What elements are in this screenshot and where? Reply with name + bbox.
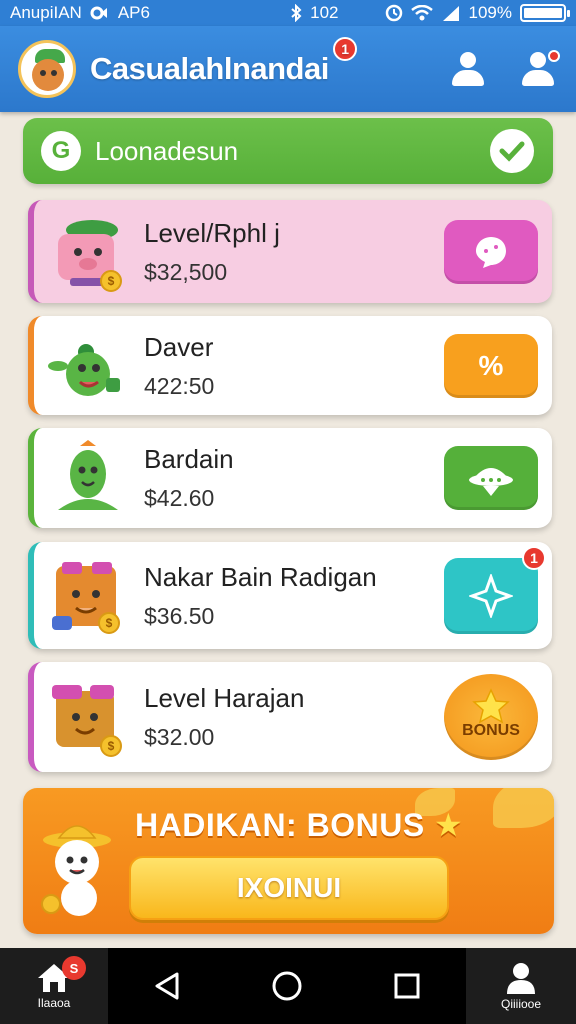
list-item[interactable]: $ Level/Rphl j $32,500: [28, 200, 552, 303]
explore-button[interactable]: 1: [444, 545, 546, 634]
star-icon: ★: [434, 807, 464, 843]
item-name: Daver: [144, 331, 214, 362]
clock-text: 102: [310, 3, 339, 22]
discount-button[interactable]: %: [444, 333, 538, 398]
percent-icon: %: [478, 349, 504, 381]
item-name: Level/Rphl j: [144, 217, 280, 248]
mascot-face-icon: [32, 59, 64, 91]
item-name: Nakar Bain Radigan: [144, 561, 377, 592]
cactus-mascot-icon: [48, 438, 128, 518]
leaf-decoration: [493, 788, 554, 828]
app-header: Casualahlnandai 1: [0, 26, 576, 112]
compass-star-icon: [469, 573, 513, 618]
bluetooth-icon: [291, 4, 302, 22]
page-title: Casualahlnandai 1: [90, 37, 357, 87]
list-item[interactable]: $ Nakar Bain Radigan $36.50 1: [28, 542, 552, 649]
item-price: 422:50: [144, 372, 215, 399]
signal-icon: [442, 6, 459, 21]
nav-home[interactable]: Ilaaoa S: [0, 948, 108, 1024]
notifications-person-icon[interactable]: [518, 50, 560, 88]
battery-icon: [520, 4, 570, 22]
mascot-eye-icon: [51, 70, 57, 76]
mascot-eye-icon: [40, 70, 46, 76]
item-name: Bardain: [144, 444, 234, 474]
coin-icon: $: [100, 269, 122, 292]
notification-badge: 1: [332, 37, 357, 61]
page-title-text: Casualahlnandai: [90, 51, 329, 86]
star-icon: [472, 688, 510, 724]
alarm-icon: [385, 4, 402, 22]
bonus-label: BONUS: [462, 722, 520, 739]
item-price: $32,500: [144, 258, 228, 285]
item-price: $36.50: [144, 602, 215, 629]
bonus-title-text: HADIKAN: BONUS: [135, 807, 425, 843]
bonus-button[interactable]: BONUS: [444, 674, 538, 760]
link-icon: [90, 6, 107, 20]
green-dino-mascot-icon: [48, 326, 128, 406]
list-item[interactable]: Bardain $42.60: [28, 428, 552, 528]
claim-bonus-button[interactable]: IXOINUI: [129, 856, 449, 920]
bonus-title: HADIKAN: BONUS ★: [135, 806, 463, 844]
pig-mascot-icon: $: [48, 212, 128, 292]
nav-home-label: Ilaaoa: [37, 996, 71, 1010]
crate-pink-mascot-icon: $: [48, 677, 128, 757]
list-item[interactable]: Daver 422:50 %: [28, 316, 552, 415]
loading-banner[interactable]: G Loonadesun: [23, 118, 553, 184]
bonus-panel: HADIKAN: BONUS ★ IXOINUI: [23, 788, 554, 934]
wifi-icon: [410, 5, 433, 21]
item-price: $42.60: [144, 485, 215, 511]
chat-bubble-icon: [476, 236, 506, 268]
battery-percent: 109%: [468, 3, 512, 22]
coin-icon: $: [100, 735, 122, 757]
profile-icon: [507, 963, 535, 994]
network-text: AP6: [117, 3, 150, 22]
alert-dot: [548, 50, 560, 62]
cowboy-mascot-icon: [39, 818, 129, 928]
ufo-icon: [469, 468, 513, 496]
profile-icon[interactable]: [448, 50, 488, 88]
avatar[interactable]: [18, 40, 76, 98]
nav-profile-label: Qiiiiooe: [500, 997, 542, 1011]
checkmark-icon[interactable]: [489, 128, 535, 174]
nav-profile[interactable]: Qiiiiooe: [466, 948, 576, 1024]
status-bar: AnupiIAN AP6 102 109%: [0, 0, 576, 26]
notification-badge: 1: [522, 545, 546, 570]
item-price: $32.00: [144, 724, 215, 750]
banner-label: Loonadesun: [95, 135, 239, 166]
crate-mascot-icon: $: [48, 556, 128, 636]
ufo-button[interactable]: [444, 446, 538, 510]
battery-level: [524, 8, 562, 18]
coin-icon: $: [98, 611, 120, 634]
chat-button[interactable]: [444, 219, 538, 284]
home-badge: S: [62, 956, 86, 980]
back-icon[interactable]: [153, 971, 181, 1001]
recents-icon[interactable]: [393, 972, 421, 1000]
list-item[interactable]: $ Level Harajan $32.00 BONUS: [28, 662, 552, 772]
g-logo-icon: G: [41, 131, 81, 171]
navigation-bar: Ilaaoa S Qiiiiooe: [0, 948, 576, 1024]
item-name: Level Harajan: [144, 683, 305, 713]
carrier-text: AnupiIAN: [10, 3, 82, 22]
home-circle-icon[interactable]: [271, 970, 303, 1002]
